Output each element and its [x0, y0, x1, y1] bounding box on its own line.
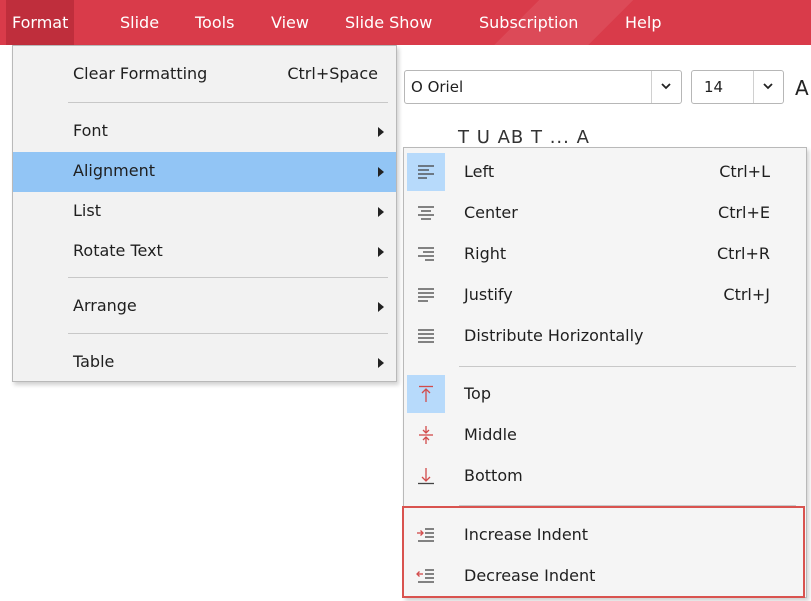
menu-item-alignment[interactable]: Alignment [13, 152, 396, 192]
menu-separator [68, 333, 388, 334]
menu-item-label: Justify [464, 285, 513, 304]
menu-item-align-top[interactable]: Top [404, 374, 806, 415]
menu-item-align-middle[interactable]: Middle [404, 415, 806, 456]
menu-item-justify[interactable]: Justify Ctrl+J [404, 275, 806, 316]
menu-item-font[interactable]: Font [13, 112, 396, 152]
alignment-submenu: Left Ctrl+L Center Ctrl+E Right Ctrl+R J… [403, 147, 807, 598]
submenu-arrow-icon [378, 247, 384, 257]
font-size-select[interactable]: 14 [691, 70, 784, 104]
menu-item-decrease-indent[interactable]: Decrease Indent [404, 556, 806, 597]
menu-separator [68, 277, 388, 278]
menu-item-shortcut: Ctrl+L [719, 162, 770, 181]
menu-item-label: List [73, 201, 101, 220]
submenu-arrow-icon [378, 207, 384, 217]
menu-item-label: Center [464, 203, 518, 222]
font-size-value: 14 [704, 78, 724, 96]
menu-view[interactable]: View [271, 0, 309, 45]
menu-separator [68, 102, 388, 103]
menu-item-align-left[interactable]: Left Ctrl+L [404, 152, 806, 193]
chevron-down-icon [661, 83, 671, 90]
menu-item-label: Bottom [464, 466, 523, 485]
increase-indent-icon [407, 516, 445, 554]
menu-item-shortcut: Ctrl+E [718, 203, 770, 222]
menu-slide-show[interactable]: Slide Show [345, 0, 432, 45]
font-name-select[interactable]: O Oriel [404, 70, 682, 104]
menu-item-label: Alignment [73, 161, 155, 180]
menu-item-shortcut: Ctrl+J [723, 285, 770, 304]
menu-help[interactable]: Help [625, 0, 661, 45]
menu-item-arrange[interactable]: Arrange [13, 287, 396, 327]
menu-item-align-bottom[interactable]: Bottom [404, 456, 806, 497]
menu-tools[interactable]: Tools [195, 0, 234, 45]
menu-separator [459, 366, 796, 367]
menu-item-shortcut: Ctrl+Space [287, 64, 378, 83]
menu-item-label: Distribute Horizontally [464, 326, 644, 345]
font-name-value: O Oriel [411, 78, 464, 96]
menu-item-list[interactable]: List [13, 192, 396, 232]
menu-item-label: Arrange [73, 296, 137, 315]
align-bottom-icon [407, 457, 445, 495]
menu-item-align-center[interactable]: Center Ctrl+E [404, 193, 806, 234]
align-right-icon [407, 235, 445, 273]
submenu-arrow-icon [378, 358, 384, 368]
menu-separator [459, 505, 796, 506]
menu-item-label: Clear Formatting [73, 64, 208, 83]
align-top-icon [407, 375, 445, 413]
menu-item-label: Font [73, 121, 108, 140]
submenu-arrow-icon [378, 127, 384, 137]
font-color-partial[interactable]: A [795, 76, 809, 100]
menu-slide[interactable]: Slide [120, 0, 159, 45]
decrease-indent-icon [407, 557, 445, 595]
justify-icon [407, 276, 445, 314]
menu-item-label: Rotate Text [73, 241, 163, 260]
menu-item-label: Decrease Indent [464, 566, 596, 585]
submenu-arrow-icon [378, 302, 384, 312]
text-format-tools-partial: T U AB T ... A [458, 127, 590, 148]
format-menu: Clear Formatting Ctrl+Space Font Alignme… [12, 45, 397, 382]
menubar: Format Slide Tools View Slide Show Subsc… [0, 0, 811, 45]
menu-item-label: Table [73, 352, 115, 371]
distribute-horizontally-icon [407, 317, 445, 355]
menu-item-align-right[interactable]: Right Ctrl+R [404, 234, 806, 275]
font-dropdown-button[interactable] [651, 71, 681, 103]
menu-item-increase-indent[interactable]: Increase Indent [404, 515, 806, 556]
submenu-arrow-icon [378, 167, 384, 177]
chevron-down-icon [763, 83, 773, 90]
menu-subscription[interactable]: Subscription [479, 0, 578, 45]
size-dropdown-button[interactable] [753, 71, 783, 103]
align-left-icon [407, 153, 445, 191]
menu-format[interactable]: Format [6, 0, 75, 45]
menu-item-clear-formatting[interactable]: Clear Formatting Ctrl+Space [13, 55, 396, 95]
menu-item-label: Middle [464, 425, 517, 444]
menu-item-label: Increase Indent [464, 525, 589, 544]
menu-item-label: Top [464, 384, 491, 403]
menu-item-distribute-horizontally[interactable]: Distribute Horizontally [404, 316, 806, 357]
menu-item-shortcut: Ctrl+R [717, 244, 770, 263]
menu-item-label: Left [464, 162, 495, 181]
menu-item-rotate-text[interactable]: Rotate Text [13, 232, 396, 272]
menu-item-label: Right [464, 244, 507, 263]
menu-item-table[interactable]: Table [13, 343, 396, 383]
align-center-icon [407, 194, 445, 232]
align-middle-icon [407, 416, 445, 454]
